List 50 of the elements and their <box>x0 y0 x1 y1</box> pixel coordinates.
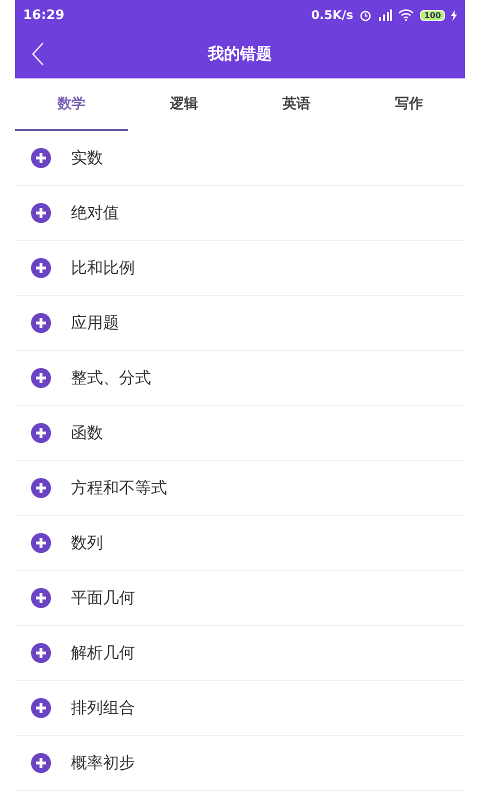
plus-icon <box>31 203 51 223</box>
back-icon <box>31 42 45 66</box>
topic-item[interactable]: 实数 <box>15 131 465 186</box>
topic-label: 比和比例 <box>71 258 135 278</box>
page-title: 我的错题 <box>208 44 272 64</box>
subject-tab[interactable]: 逻辑 <box>128 79 240 131</box>
plus-icon <box>31 753 51 773</box>
topic-label: 排列组合 <box>71 698 135 718</box>
topic-label: 解析几何 <box>71 642 135 664</box>
topic-item[interactable]: 整式、分式 <box>15 351 465 406</box>
topic-item[interactable]: 比和比例 <box>15 241 465 296</box>
plus-icon <box>31 533 51 553</box>
wifi-icon <box>398 9 414 21</box>
plus-icon <box>31 423 51 443</box>
plus-icon <box>31 368 51 388</box>
status-time: 16:29 <box>23 8 64 22</box>
topic-label: 方程和不等式 <box>71 478 167 498</box>
plus-icon <box>31 148 51 168</box>
plus-icon <box>31 313 51 333</box>
subject-tab[interactable]: 英语 <box>240 79 352 131</box>
topic-label: 平面几何 <box>71 588 135 608</box>
topic-item[interactable]: 平面几何 <box>15 571 465 626</box>
subject-tab[interactable]: 数学 <box>15 79 128 131</box>
topic-item[interactable]: 概率初步 <box>15 736 465 791</box>
alarm-clock-icon <box>359 8 372 22</box>
topic-label: 实数 <box>71 148 103 168</box>
subject-tab[interactable]: 写作 <box>352 79 465 131</box>
topic-label: 应用题 <box>71 312 119 334</box>
battery-indicator: 100 <box>420 10 445 20</box>
topic-label: 绝对值 <box>71 202 119 224</box>
topic-label: 概率初步 <box>71 752 135 774</box>
plus-icon <box>31 478 51 498</box>
topic-label: 整式、分式 <box>71 368 151 388</box>
plus-icon <box>31 588 51 608</box>
back-button[interactable] <box>31 40 45 68</box>
topic-item[interactable]: 绝对值 <box>15 186 465 241</box>
topic-item[interactable]: 排列组合 <box>15 681 465 736</box>
plus-icon <box>31 258 51 278</box>
topic-item[interactable]: 方程和不等式 <box>15 461 465 516</box>
topic-item[interactable]: 应用题 <box>15 296 465 351</box>
topic-item[interactable]: 函数 <box>15 406 465 461</box>
topic-label: 数列 <box>71 532 103 554</box>
network-speed: 0.5K/s <box>311 8 354 22</box>
plus-icon <box>31 698 51 718</box>
topic-item[interactable]: 数列 <box>15 516 465 571</box>
charging-icon <box>451 10 457 20</box>
topic-label: 函数 <box>71 422 103 444</box>
plus-icon <box>31 643 51 663</box>
signal-icon <box>378 9 392 21</box>
topic-item[interactable]: 解析几何 <box>15 626 465 681</box>
